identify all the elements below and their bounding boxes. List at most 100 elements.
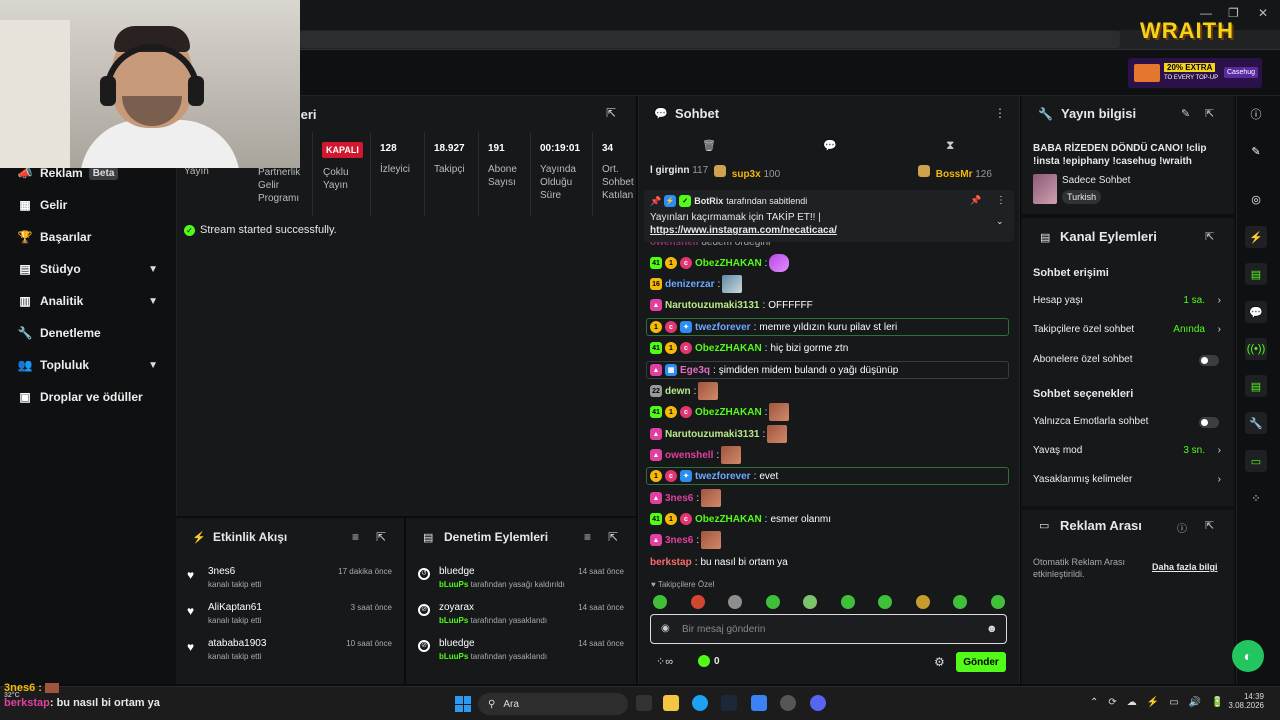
clock[interactable]: 14:39 3.08.2026 [1224, 692, 1264, 710]
pencil-icon[interactable]: ✎ [1245, 140, 1267, 162]
more-info-link[interactable]: Daha fazla bilgi [1152, 562, 1218, 572]
emote-button[interactable] [728, 595, 742, 609]
emote-button[interactable] [766, 595, 780, 609]
popout-icon[interactable]: ⇱ [606, 106, 616, 120]
popout-icon[interactable]: ⇱ [1205, 519, 1214, 532]
mod-actor[interactable]: bLuuPs [439, 580, 468, 589]
popout-icon[interactable]: ⇱ [1205, 230, 1214, 243]
network-icon[interactable]: ⁘ [1245, 487, 1267, 509]
infinity-icon[interactable]: ⁘∞ [656, 655, 673, 668]
filter-icon[interactable]: ≡ [352, 530, 359, 544]
subs-only-toggle[interactable] [1199, 355, 1219, 366]
sidebar-item-gelir[interactable]: ▦ Gelir [18, 194, 168, 216]
send-button[interactable]: Gönder [956, 652, 1006, 672]
sidebar-item-topluluk[interactable]: 👥 Topluluk ▼ [18, 354, 168, 376]
close-icon[interactable]: ✕ [1258, 6, 1268, 20]
discord-icon[interactable] [810, 695, 826, 711]
setting-followers-only[interactable]: Takipçilere özel sohbet Anında › [1033, 324, 1223, 340]
chat-username[interactable]: 3nes6 [665, 535, 693, 546]
broadcast-icon[interactable]: ((•)) [1245, 338, 1267, 360]
pinned-link[interactable]: https://www.instagram.com/necaticaca/ [650, 225, 837, 236]
chat-username[interactable]: owenshell [665, 450, 713, 461]
mod-target[interactable]: bluedge [439, 638, 475, 649]
emote-button[interactable] [953, 595, 967, 609]
chat-username[interactable]: ObezZHAKAN [695, 258, 762, 269]
info-icon[interactable]: ⓘ [1177, 520, 1187, 535]
chat-username[interactable]: dewn [665, 386, 691, 397]
chat-username[interactable]: berkstap [650, 557, 692, 568]
more-options-icon[interactable]: ⋮ [994, 106, 1006, 120]
sidebar-item-studyo[interactable]: ▤ Stüdyo ▼ [18, 258, 168, 280]
target-icon[interactable]: ◎ [1245, 188, 1267, 210]
emoji-picker-icon[interactable]: ☻ [986, 623, 998, 635]
edit-icon[interactable]: ✎ [1181, 107, 1190, 120]
emote-button[interactable] [916, 595, 930, 609]
emote-button[interactable] [878, 595, 892, 609]
chevron-down-icon[interactable]: ▼ [148, 360, 158, 371]
mod-target[interactable]: bluedge [439, 566, 475, 577]
chevron-down-icon[interactable]: ▼ [148, 296, 158, 307]
chat-settings-icon[interactable]: ◉ [661, 623, 670, 634]
mod-actor[interactable]: bLuuPs [439, 616, 468, 625]
event-user[interactable]: atababa1903 [208, 638, 266, 649]
obs-icon[interactable] [780, 695, 796, 711]
chat-username[interactable]: twezforever [695, 322, 751, 333]
channel-icon[interactable]: ▤ [1245, 375, 1267, 397]
emote-button[interactable] [803, 595, 817, 609]
bolt-icon[interactable]: ⚡ [1245, 226, 1267, 248]
emote-button[interactable] [991, 595, 1005, 609]
chat-username[interactable]: Ege3q [680, 365, 710, 376]
support-chat-button[interactable]: ◐ [1232, 640, 1264, 672]
top-user[interactable]: l girginn 117 [650, 165, 708, 176]
more-options-icon[interactable]: ⋮ [996, 195, 1006, 206]
emote-button[interactable] [691, 595, 705, 609]
task-view-icon[interactable] [636, 695, 652, 711]
document-icon[interactable]: ▤ [1245, 263, 1267, 285]
steam-icon[interactable] [721, 695, 737, 711]
popout-icon[interactable]: ⇱ [376, 530, 386, 544]
pin-icon[interactable]: 📌 [970, 195, 981, 206]
chat-username[interactable]: Narutouzumaki3131 [665, 300, 759, 311]
chat-input[interactable]: ◉ Bir mesaj gönderin ☻ [650, 614, 1007, 644]
event-user[interactable]: AliKaptan61 [208, 602, 262, 613]
file-explorer-icon[interactable] [663, 695, 679, 711]
stream-category[interactable]: Sadece Sohbet [1062, 175, 1130, 186]
event-user[interactable]: 3nes6 [208, 566, 235, 577]
address-bar[interactable] [300, 31, 1120, 48]
sidebar-item-droplar[interactable]: ▣ Droplar ve ödüller [18, 386, 168, 408]
chat-username[interactable]: twezforever [695, 471, 751, 482]
pinned-author[interactable]: BotRix [694, 196, 723, 206]
popout-icon[interactable]: ⇱ [1205, 107, 1214, 120]
emote-only-toggle[interactable] [1199, 417, 1219, 428]
mod-target[interactable]: zoyarax [439, 602, 474, 613]
hourglass-icon[interactable]: ⧗ [946, 138, 954, 153]
info-icon[interactable]: ⓘ [1245, 103, 1267, 125]
chat-username[interactable]: ObezZHAKAN [695, 343, 762, 354]
emote-button[interactable] [653, 595, 667, 609]
edge-icon[interactable] [692, 695, 708, 711]
chat-username[interactable]: Narutouzumaki3131 [665, 429, 759, 440]
setting-slow-mode[interactable]: Yavaş mod 3 sn. › [1033, 445, 1223, 461]
emote-button[interactable] [841, 595, 855, 609]
sidebar-item-denetleme[interactable]: 🔧 Denetleme [18, 322, 168, 344]
wrench-icon[interactable]: 🔧 [1245, 412, 1267, 434]
mod-actor[interactable]: bLuuPs [439, 652, 468, 661]
chevron-down-icon[interactable]: ⌄ [996, 216, 1004, 227]
chevron-down-icon[interactable]: ▼ [148, 264, 158, 275]
chat-bubble-icon[interactable]: 💬 [1245, 301, 1267, 323]
filter-icon[interactable]: ≡ [584, 530, 591, 544]
popout-icon[interactable]: ⇱ [608, 530, 618, 544]
gear-icon[interactable]: ⚙ [934, 655, 945, 669]
system-tray-icons[interactable]: ⌃⟳☁⚡▭🔊🔋 [1090, 697, 1234, 708]
chat-username[interactable]: ObezZHAKAN [695, 407, 762, 418]
setting-account-age[interactable]: Hesap yaşı 1 sa. › [1033, 295, 1223, 311]
chat-username[interactable]: ObezZHAKAN [695, 514, 762, 525]
chat-username[interactable]: 3nes6 [665, 493, 693, 504]
trash-icon[interactable]: 🗑 [702, 139, 716, 152]
windows-start-icon[interactable] [455, 696, 471, 712]
setting-banned-words[interactable]: Yasaklanmış kelimeler › [1033, 474, 1223, 490]
top-user[interactable]: sup3x 100 [714, 165, 780, 180]
sidebar-item-analitik[interactable]: ▥ Analitik ▼ [18, 290, 168, 312]
sidebar-item-basarilar[interactable]: 🏆 Başarılar [18, 226, 168, 248]
chat-username[interactable]: denizerzar [665, 279, 714, 290]
